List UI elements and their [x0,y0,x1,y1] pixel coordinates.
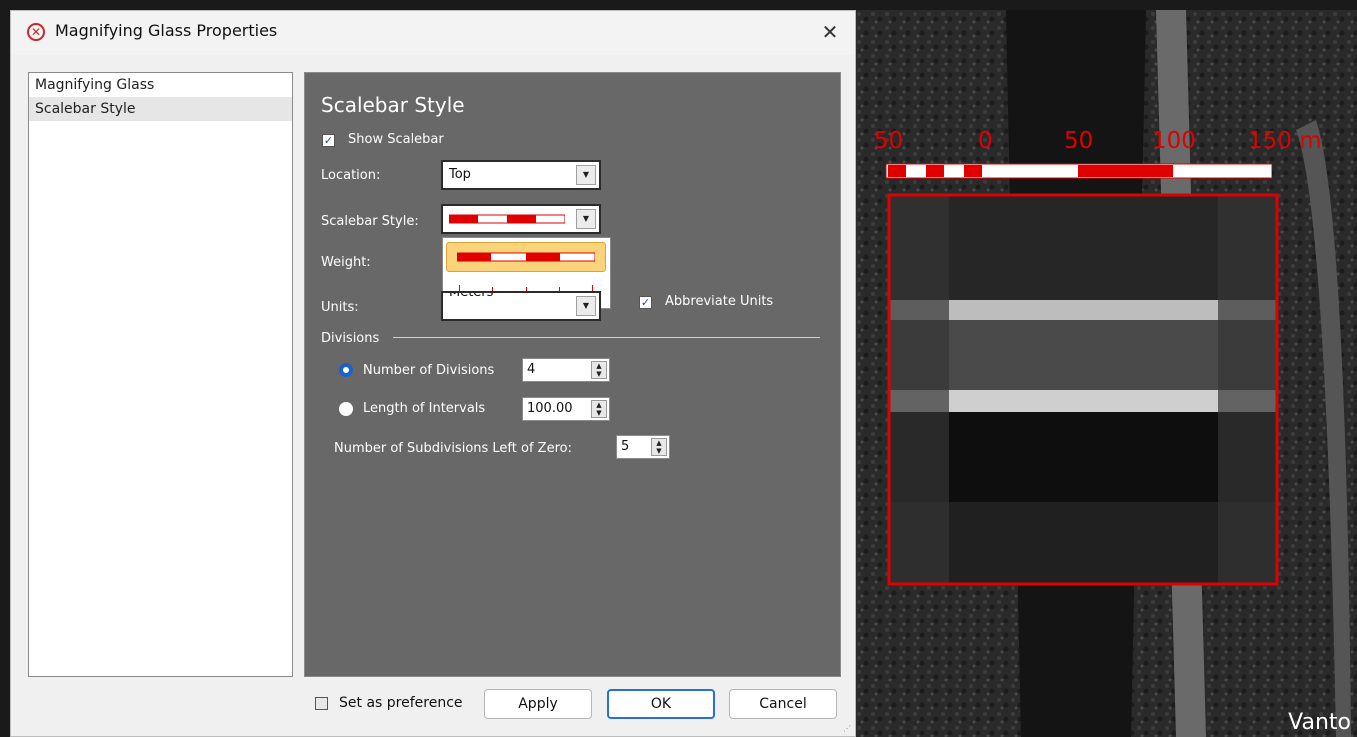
settings-panel: Scalebar Style ✓ Show Scalebar Location:… [304,72,841,677]
nav-item-scalebar-style[interactable]: Scalebar Style [29,97,292,121]
divisions-group-label: Divisions [321,331,380,346]
abbreviate-units-checkbox[interactable]: ✓ [639,296,652,309]
dialog-title: Magnifying Glass Properties [55,21,278,40]
subdivisions-left-label: Number of Subdivisions Left of Zero: [334,441,572,456]
scale-label-150: 150 m [1248,128,1322,154]
subdivisions-left-value: 5 [621,439,630,454]
map-view[interactable]: 50 0 50 100 150 m Vanto [856,10,1357,737]
abbreviate-units-label: Abbreviate Units [665,294,774,309]
length-of-intervals-radio[interactable] [339,402,353,416]
length-of-intervals-label: Length of Intervals [363,401,486,416]
scale-label-left: 50 [874,128,904,154]
apply-button[interactable]: Apply [484,689,592,719]
location-select[interactable]: Top ▼ [441,160,601,190]
scalebar-style-preview [449,214,565,224]
divisions-divider [393,337,820,338]
number-of-divisions-spinner[interactable]: 4 ▲ ▼ [522,358,610,382]
chevron-down-icon[interactable]: ▼ [576,209,596,229]
category-list: Magnifying Glass Scalebar Style [28,72,293,677]
subdivisions-left-spinner[interactable]: 5 ▲ ▼ [616,435,670,459]
scale-label-50: 50 [1064,128,1094,154]
number-of-divisions-value: 4 [527,362,536,377]
units-label: Units: [321,300,359,315]
scalebar-graphic [886,163,1272,179]
set-as-preference-checkbox[interactable] [315,697,328,710]
length-of-intervals-spinner[interactable]: 100.00 ▲ ▼ [522,397,610,421]
show-scalebar-label: Show Scalebar [348,132,444,147]
scalebar-style-select[interactable]: ▼ [441,204,601,234]
spinner-arrows-icon[interactable]: ▲ ▼ [591,400,607,418]
ok-button[interactable]: OK [607,689,715,719]
scale-label-zero: 0 [978,128,993,154]
set-as-preference-label: Set as preference [339,695,463,711]
properties-dialog: ✕ Magnifying Glass Properties ✕ Magnifyi… [10,10,856,737]
weight-label: Weight: [321,255,371,270]
chevron-down-icon[interactable]: ▼ [576,165,596,185]
alternating-bar-icon [457,252,595,262]
location-label: Location: [321,168,381,183]
show-scalebar-checkbox[interactable]: ✓ [322,134,335,147]
chevron-down-icon[interactable]: ▼ [576,296,596,316]
scalebar-style-label: Scalebar Style: [321,214,419,229]
resize-grip-icon[interactable]: ⋰ [843,724,853,734]
units-select[interactable]: Meters ▼ [441,291,601,321]
scale-label-100: 100 [1152,128,1196,154]
title-bar[interactable]: ✕ Magnifying Glass Properties ✕ [11,11,855,55]
length-of-intervals-value: 100.00 [527,401,573,416]
nav-item-magnifying-glass[interactable]: Magnifying Glass [29,73,292,97]
app-icon: ✕ [27,23,45,41]
style-option-alternating-bar[interactable] [446,242,606,272]
spinner-arrows-icon[interactable]: ▲ ▼ [591,361,607,379]
cancel-button[interactable]: Cancel [729,689,837,719]
panel-title: Scalebar Style [321,93,465,117]
watermark-logo: Vanto [1288,710,1351,735]
spinner-arrows-icon[interactable]: ▲ ▼ [651,438,667,456]
location-value: Top [449,167,471,182]
close-button[interactable]: ✕ [815,17,845,47]
units-value: Meters [449,291,494,300]
aerial-image [856,10,1357,737]
number-of-divisions-label: Number of Divisions [363,363,495,378]
number-of-divisions-radio[interactable] [339,363,353,377]
